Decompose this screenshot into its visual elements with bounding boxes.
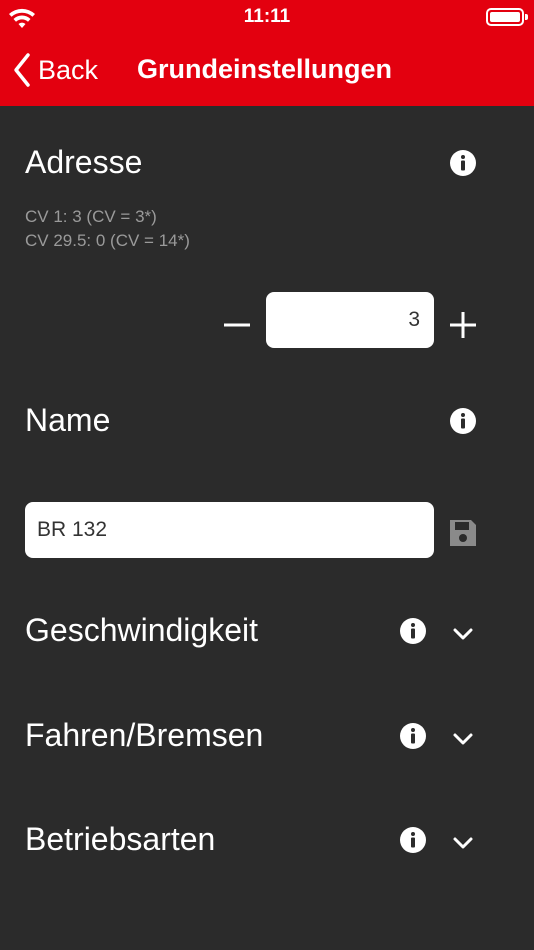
fahren-bremsen-chevron-down-icon[interactable]: [451, 727, 475, 751]
chevron-left-icon: [14, 53, 30, 87]
betriebsarten-chevron-down-icon[interactable]: [451, 831, 475, 855]
address-input[interactable]: [266, 292, 434, 348]
battery-icon: [486, 8, 528, 26]
status-time: 11:11: [243, 6, 291, 27]
cv-line-2: CV 29.5: 0 (CV = 14*): [25, 231, 190, 250]
betriebsarten-info-icon[interactable]: [399, 826, 427, 854]
section-geschwindigkeit-title[interactable]: Geschwindigkeit: [25, 612, 258, 649]
adresse-info-icon[interactable]: [449, 149, 477, 177]
name-title: Name: [25, 402, 111, 438]
adresse-title: Adresse: [25, 144, 143, 180]
decrement-button[interactable]: [222, 308, 252, 342]
cv-line-1: CV 1: 3 (CV = 3*): [25, 207, 157, 226]
increment-button[interactable]: [448, 308, 478, 342]
back-label: Back: [38, 54, 99, 85]
floppy-disk-icon[interactable]: [447, 517, 479, 549]
name-input[interactable]: [25, 502, 434, 558]
page-title: Grundeinstellungen: [137, 54, 393, 84]
fahren-bremsen-info-icon[interactable]: [399, 722, 427, 750]
name-info-icon[interactable]: [449, 407, 477, 435]
geschwindigkeit-chevron-down-icon[interactable]: [451, 622, 475, 646]
back-button[interactable]: Back: [12, 48, 98, 92]
section-betriebsarten-title[interactable]: Betriebsarten: [25, 821, 215, 858]
geschwindigkeit-info-icon[interactable]: [399, 617, 427, 645]
section-fahren-bremsen-title[interactable]: Fahren/Bremsen: [25, 717, 263, 754]
header-bar: 11:11 Back Grundeinstellungen: [0, 0, 534, 106]
